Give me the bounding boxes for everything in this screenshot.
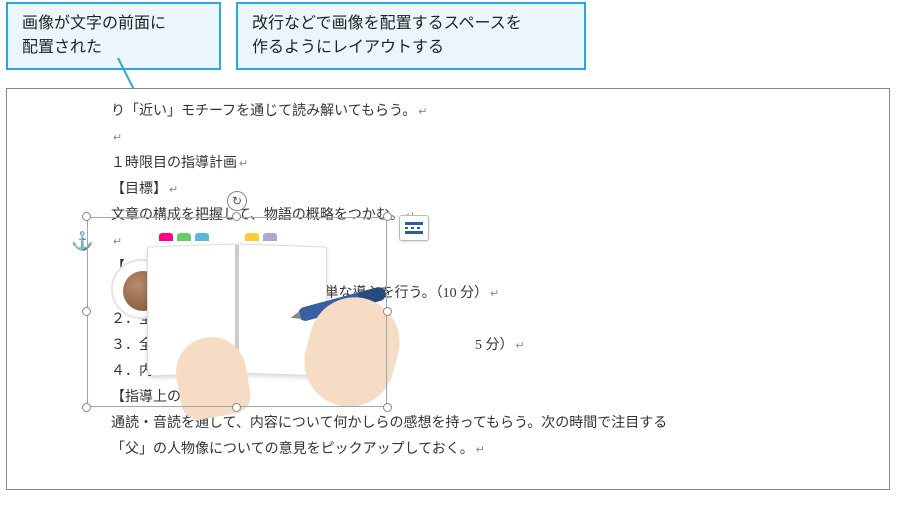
- doc-goal-label: 【目標】↵: [111, 177, 811, 203]
- resize-handle-n[interactable]: [232, 212, 241, 221]
- paragraph-mark-icon: ↵: [169, 184, 178, 196]
- doc-line-1: り「近い」モチーフを通じて読み解いてもらう。↵: [111, 99, 811, 125]
- paragraph-mark-icon: ↵: [113, 132, 122, 144]
- resize-handle-se[interactable]: [383, 403, 392, 412]
- doc-blank: ↵: [111, 125, 811, 151]
- selection-frame: [87, 217, 387, 407]
- callout-right: 改行などで画像を配置するスペースを 作るようにレイアウトする: [236, 2, 586, 70]
- callout-left-text: 画像が文字の前面に 配置された: [22, 15, 166, 56]
- resize-handle-e[interactable]: [383, 307, 392, 316]
- paragraph-mark-icon: ↵: [476, 444, 485, 456]
- document-window: り「近い」モチーフを通じて読み解いてもらう。↵ ↵ １時限目の指導計画↵ 【目標…: [6, 88, 890, 490]
- layout-options-icon: [405, 222, 423, 234]
- resize-handle-w[interactable]: [82, 307, 91, 316]
- resize-handle-nw[interactable]: [82, 212, 91, 221]
- paragraph-mark-icon: ↵: [490, 288, 499, 300]
- inserted-image[interactable]: ↻: [87, 217, 387, 407]
- resize-handle-sw[interactable]: [82, 403, 91, 412]
- callout-right-text: 改行などで画像を配置するスペースを 作るようにレイアウトする: [252, 15, 522, 56]
- rotate-handle[interactable]: ↻: [227, 191, 247, 211]
- resize-handle-ne[interactable]: [383, 212, 392, 221]
- paragraph-mark-icon: ↵: [239, 158, 248, 170]
- doc-plan-heading: １時限目の指導計画↵: [111, 151, 811, 177]
- paragraph-mark-icon: ↵: [418, 106, 427, 118]
- layout-options-button[interactable]: [399, 215, 429, 241]
- paragraph-mark-icon: ↵: [516, 340, 525, 352]
- resize-handle-s[interactable]: [232, 403, 241, 412]
- callout-left: 画像が文字の前面に 配置された: [6, 2, 221, 70]
- doc-note2: 「父」の人物像についての意見をピックアップしておく。↵: [111, 437, 811, 463]
